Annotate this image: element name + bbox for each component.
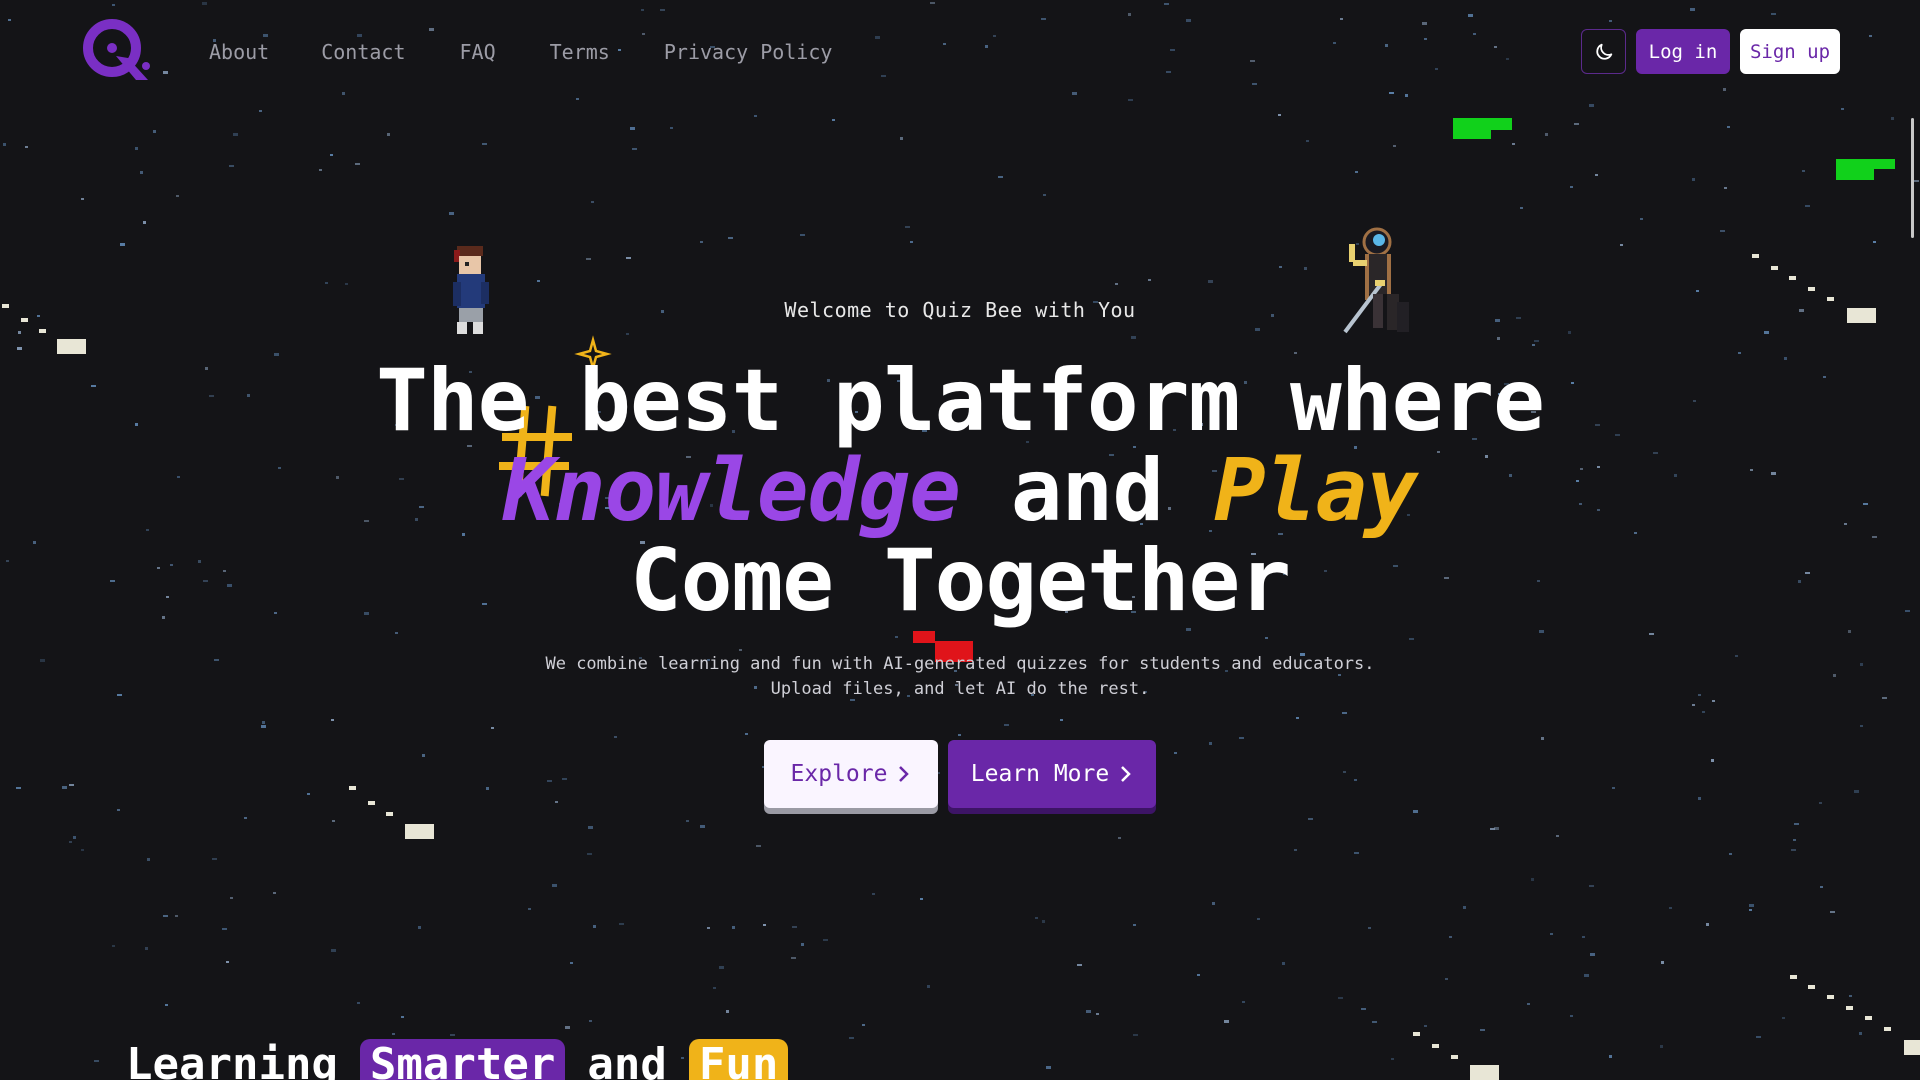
nav-link-privacy-policy[interactable]: Privacy Policy — [664, 40, 833, 64]
heading-word-learning: Learning — [126, 1038, 338, 1080]
welcome-text: Welcome to Quiz Bee with You — [784, 298, 1136, 322]
quiz-logo-icon[interactable] — [78, 18, 152, 86]
explore-button[interactable]: Explore — [764, 740, 938, 808]
heading-word-and: and — [587, 1038, 667, 1080]
theme-toggle-button[interactable] — [1581, 29, 1626, 74]
nav-link-terms[interactable]: Terms — [550, 40, 610, 64]
top-navigation: About Contact FAQ Terms Privacy Policy L… — [0, 0, 1920, 104]
moon-icon — [1595, 43, 1612, 60]
headline-and: and — [960, 441, 1214, 541]
nav-link-faq[interactable]: FAQ — [460, 40, 496, 64]
headline-line-3: Come Together — [629, 531, 1291, 631]
learn-more-label: Learn More — [970, 761, 1110, 787]
headline-play: Play — [1213, 441, 1418, 541]
headline-line-2: Knowledge and Play — [0, 446, 1920, 536]
headline-knowledge: Knowledge — [503, 441, 961, 541]
nav-link-contact[interactable]: Contact — [321, 40, 405, 64]
section-heading: Learning Smarter and Fun — [126, 1034, 789, 1080]
chevron-right-icon — [1121, 766, 1132, 782]
heading-word-fun: Fun — [688, 1038, 789, 1080]
heading-word-smarter: Smarter — [359, 1038, 566, 1080]
headline-line-1: The best platform where — [376, 351, 1545, 451]
hero-subtitle: We combine learning and fun with AI-gene… — [545, 654, 1375, 699]
signup-button[interactable]: Sign up — [1740, 29, 1840, 74]
login-button[interactable]: Log in — [1636, 29, 1730, 74]
nav-link-about[interactable]: About — [209, 40, 269, 64]
chevron-right-icon — [899, 766, 910, 782]
learn-more-button[interactable]: Learn More — [948, 740, 1156, 808]
hero-headline: The best platform where Knowledge and Pl… — [0, 356, 1920, 626]
scrollbar-thumb[interactable] — [1911, 118, 1914, 238]
explore-label: Explore — [790, 761, 888, 787]
nav-links: About Contact FAQ Terms Privacy Policy — [209, 40, 880, 64]
hero-section: Welcome to Quiz Bee with You The best pl… — [0, 0, 1920, 1080]
